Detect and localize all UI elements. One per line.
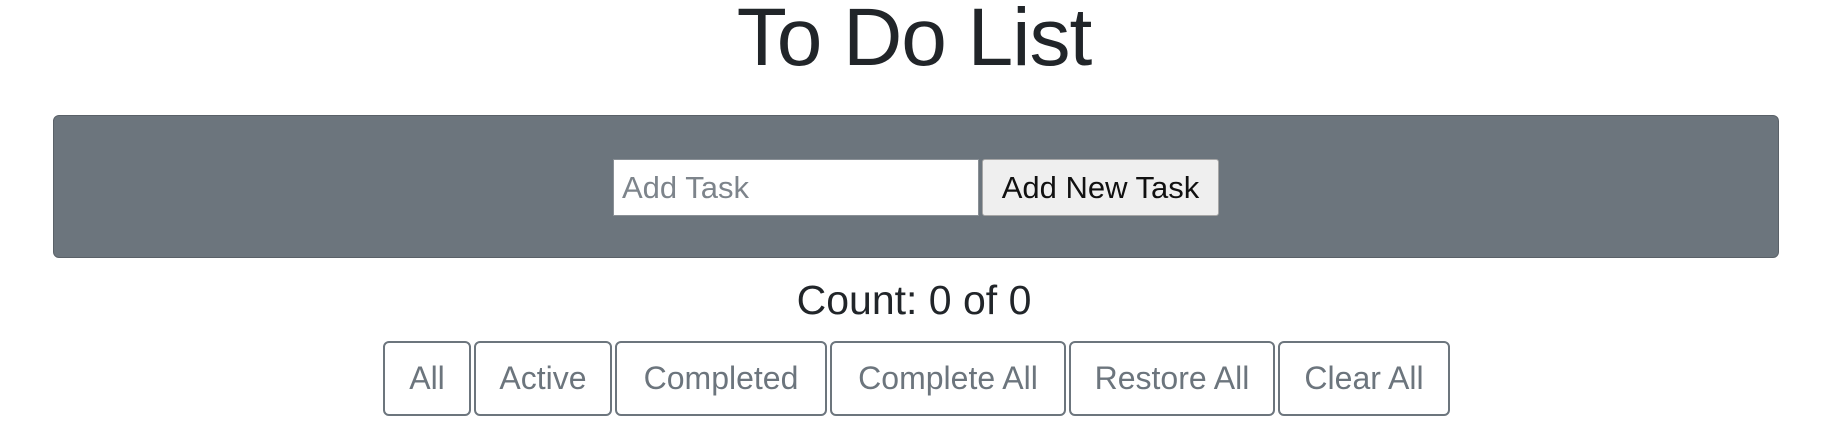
todo-app: To Do List Add New Task Count: 0 of 0 Al…: [0, 0, 1828, 448]
filter-completed-button[interactable]: Completed: [615, 341, 827, 416]
page-title: To Do List: [736, 0, 1093, 83]
task-count: Count: 0 of 0: [796, 277, 1032, 323]
filter-all-button[interactable]: All: [383, 341, 471, 416]
add-task-input[interactable]: [613, 159, 979, 216]
add-new-task-button[interactable]: Add New Task: [982, 159, 1219, 216]
filter-active-button[interactable]: Active: [474, 341, 612, 416]
add-task-panel: Add New Task: [53, 115, 1779, 258]
restore-all-button[interactable]: Restore All: [1069, 341, 1275, 416]
filter-button-group: All Active Completed Complete All Restor…: [383, 341, 1450, 416]
complete-all-button[interactable]: Complete All: [830, 341, 1066, 416]
clear-all-button[interactable]: Clear All: [1278, 341, 1450, 416]
